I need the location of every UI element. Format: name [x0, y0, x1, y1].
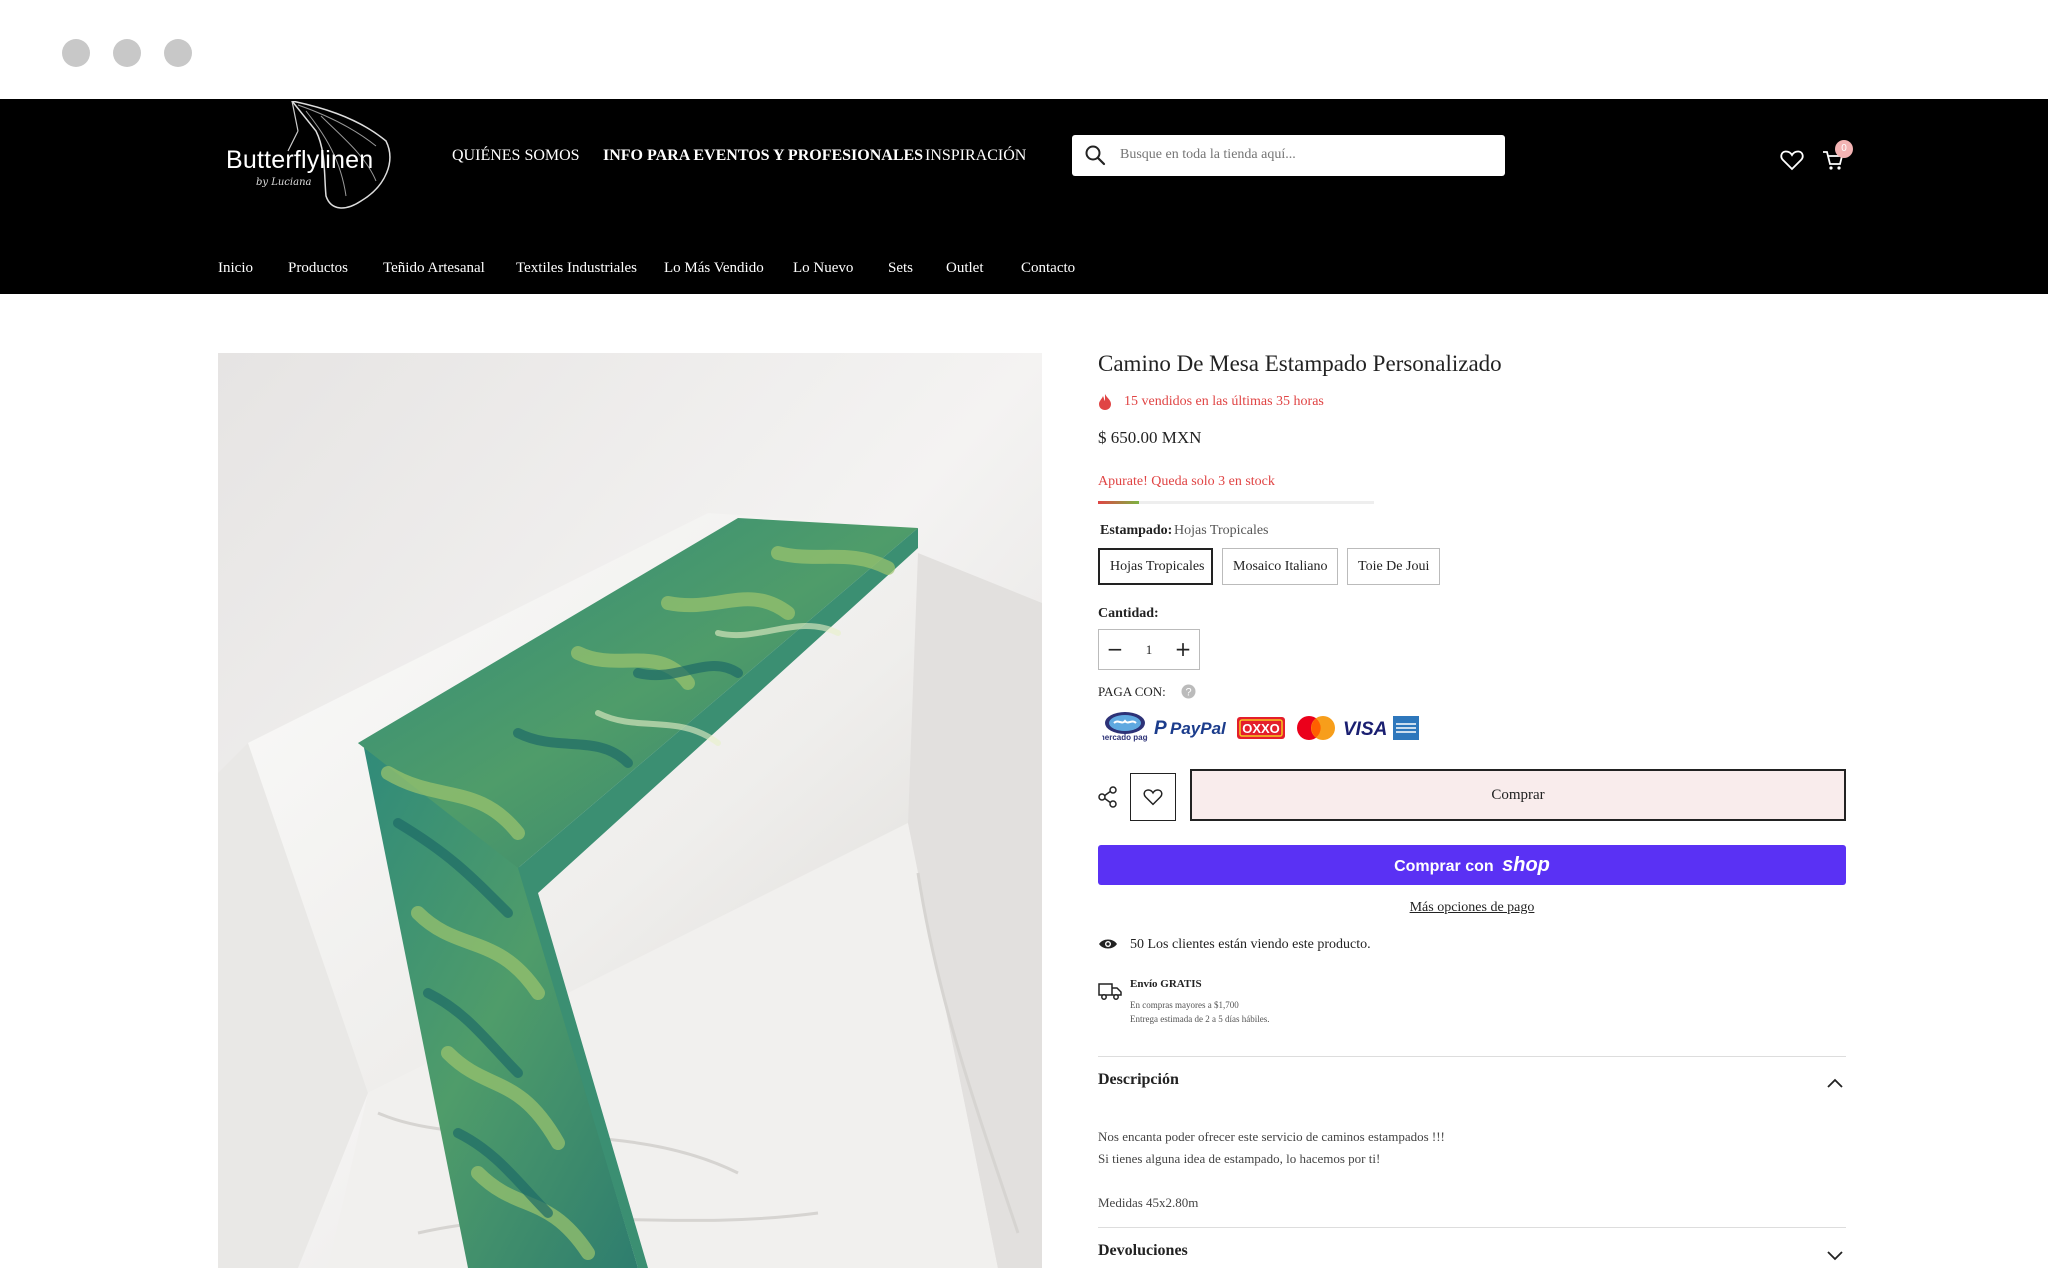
window-maximize-button[interactable] — [164, 39, 192, 67]
quantity-label: Cantidad: — [1098, 606, 1159, 621]
buy-button[interactable]: Comprar — [1190, 769, 1846, 821]
quantity-increase-button[interactable]: + — [1167, 630, 1199, 669]
viewers-count-text: 50 Los clientes están viendo este produc… — [1130, 937, 1371, 952]
paypal-logo-icon: P PayPal — [1154, 710, 1226, 746]
svg-text:P: P — [1154, 718, 1167, 739]
mercado-pago-logo-icon: mercado pago — [1102, 710, 1148, 746]
svg-text:?: ? — [1185, 687, 1191, 699]
shop-pay-button[interactable]: Comprar con shop — [1098, 845, 1846, 885]
more-payment-options-link[interactable]: Más opciones de pago — [1098, 900, 1846, 916]
fire-icon — [1099, 394, 1111, 410]
amex-logo-icon — [1393, 710, 1419, 746]
mastercard-logo-icon — [1295, 710, 1337, 746]
product-title: Camino De Mesa Estampado Personalizado — [1098, 351, 1502, 376]
accordion-returns-title[interactable]: Devoluciones — [1098, 1242, 1188, 1260]
search-input[interactable] — [1118, 140, 1488, 170]
top-link-quienes-somos[interactable]: QUIÉNES SOMOS — [452, 147, 580, 165]
visa-logo-icon: VISA — [1343, 710, 1389, 746]
free-shipping-title: Envío GRATIS — [1130, 978, 1202, 990]
quantity-value[interactable]: 1 — [1131, 630, 1167, 669]
heart-icon — [1143, 789, 1163, 806]
shop-pay-label: Comprar con — [1394, 858, 1494, 875]
help-question-icon[interactable]: ? — [1181, 684, 1196, 699]
product-image[interactable] — [218, 353, 1042, 1268]
oxxo-logo-icon: OXXO — [1236, 710, 1286, 746]
window-close-button[interactable] — [62, 39, 90, 67]
product-price: $ 650.00 MXN — [1098, 428, 1202, 447]
top-link-inspiracion[interactable]: INSPIRACIÓN — [925, 147, 1026, 165]
chevron-down-icon[interactable] — [1826, 1250, 1844, 1262]
divider — [1098, 1056, 1846, 1057]
nav-sets[interactable]: Sets — [888, 260, 913, 277]
pattern-option-hojas-tropicales[interactable]: Hojas Tropicales — [1098, 548, 1213, 585]
nav-productos[interactable]: Productos — [288, 260, 348, 277]
nav-tenido-artesanal[interactable]: Teñido Artesanal — [383, 260, 485, 277]
svg-text:OXXO: OXXO — [1242, 721, 1280, 736]
free-shipping-condition: En compras mayores a $1,700 — [1130, 1000, 1239, 1010]
pattern-label: Estampado: — [1100, 523, 1173, 538]
pay-with-label: PAGA CON: — [1098, 684, 1166, 699]
site-header: Butterflylinen by Luciana QUIÉNES SOMOS … — [0, 99, 2048, 294]
shop-pay-brand: shop — [1502, 854, 1550, 876]
pattern-option-mosaico-italiano[interactable]: Mosaico Italiano — [1222, 548, 1338, 585]
eye-icon — [1099, 939, 1117, 949]
cart-count-badge: 0 — [1835, 140, 1853, 158]
nav-lo-mas-vendido[interactable]: Lo Más Vendido — [664, 260, 764, 277]
window-minimize-button[interactable] — [113, 39, 141, 67]
description-line-1: Nos encanta poder ofrecer este servicio … — [1098, 1129, 1445, 1144]
share-icon[interactable] — [1098, 786, 1118, 808]
delivery-truck-icon — [1098, 983, 1122, 1000]
wishlist-heart-icon[interactable] — [1780, 149, 1804, 171]
nav-textiles-industriales[interactable]: Textiles Industriales — [516, 260, 637, 277]
add-to-wishlist-button[interactable] — [1130, 773, 1176, 821]
nav-inicio[interactable]: Inicio — [218, 260, 253, 277]
pattern-selected-value: Hojas Tropicales — [1174, 523, 1269, 538]
table-runner-photo — [218, 353, 1042, 1268]
chevron-up-icon[interactable] — [1826, 1077, 1844, 1089]
svg-text:mercado pago: mercado pago — [1102, 733, 1148, 742]
description-measures: Medidas 45x2.80m — [1098, 1195, 1199, 1210]
nav-contacto[interactable]: Contacto — [1021, 260, 1075, 277]
sold-recently-text: 15 vendidos en las últimas 35 horas — [1124, 394, 1324, 409]
quantity-stepper: − 1 + — [1098, 629, 1200, 670]
logo[interactable]: Butterflylinen by Luciana — [226, 101, 396, 213]
low-stock-text: Apurate! Queda solo 3 en stock — [1098, 474, 1275, 489]
nav-lo-nuevo[interactable]: Lo Nuevo — [793, 260, 853, 277]
logo-text: Butterflylinen — [226, 146, 374, 174]
description-line-2: Si tienes alguna idea de estampado, lo h… — [1098, 1151, 1381, 1166]
svg-text:VISA: VISA — [1343, 719, 1387, 740]
nav-outlet[interactable]: Outlet — [946, 260, 984, 277]
search-icon[interactable] — [1084, 144, 1106, 166]
top-link-info-eventos[interactable]: INFO PARA EVENTOS Y PROFESIONALES — [603, 147, 923, 165]
logo-subtext: by Luciana — [256, 177, 312, 188]
window-chrome — [0, 0, 2048, 99]
search-bar — [1072, 135, 1505, 176]
accordion-description-title[interactable]: Descripción — [1098, 1071, 1179, 1089]
delivery-estimate: Entrega estimada de 2 a 5 días hábiles. — [1130, 1014, 1270, 1024]
stock-progress-bar — [1098, 501, 1374, 504]
stock-progress-fill — [1098, 501, 1140, 504]
pattern-option-toie-de-joui[interactable]: Toie De Joui — [1347, 548, 1440, 585]
quantity-decrease-button[interactable]: − — [1099, 630, 1131, 669]
divider — [1098, 1227, 1846, 1228]
svg-text:PayPal: PayPal — [1170, 719, 1226, 738]
